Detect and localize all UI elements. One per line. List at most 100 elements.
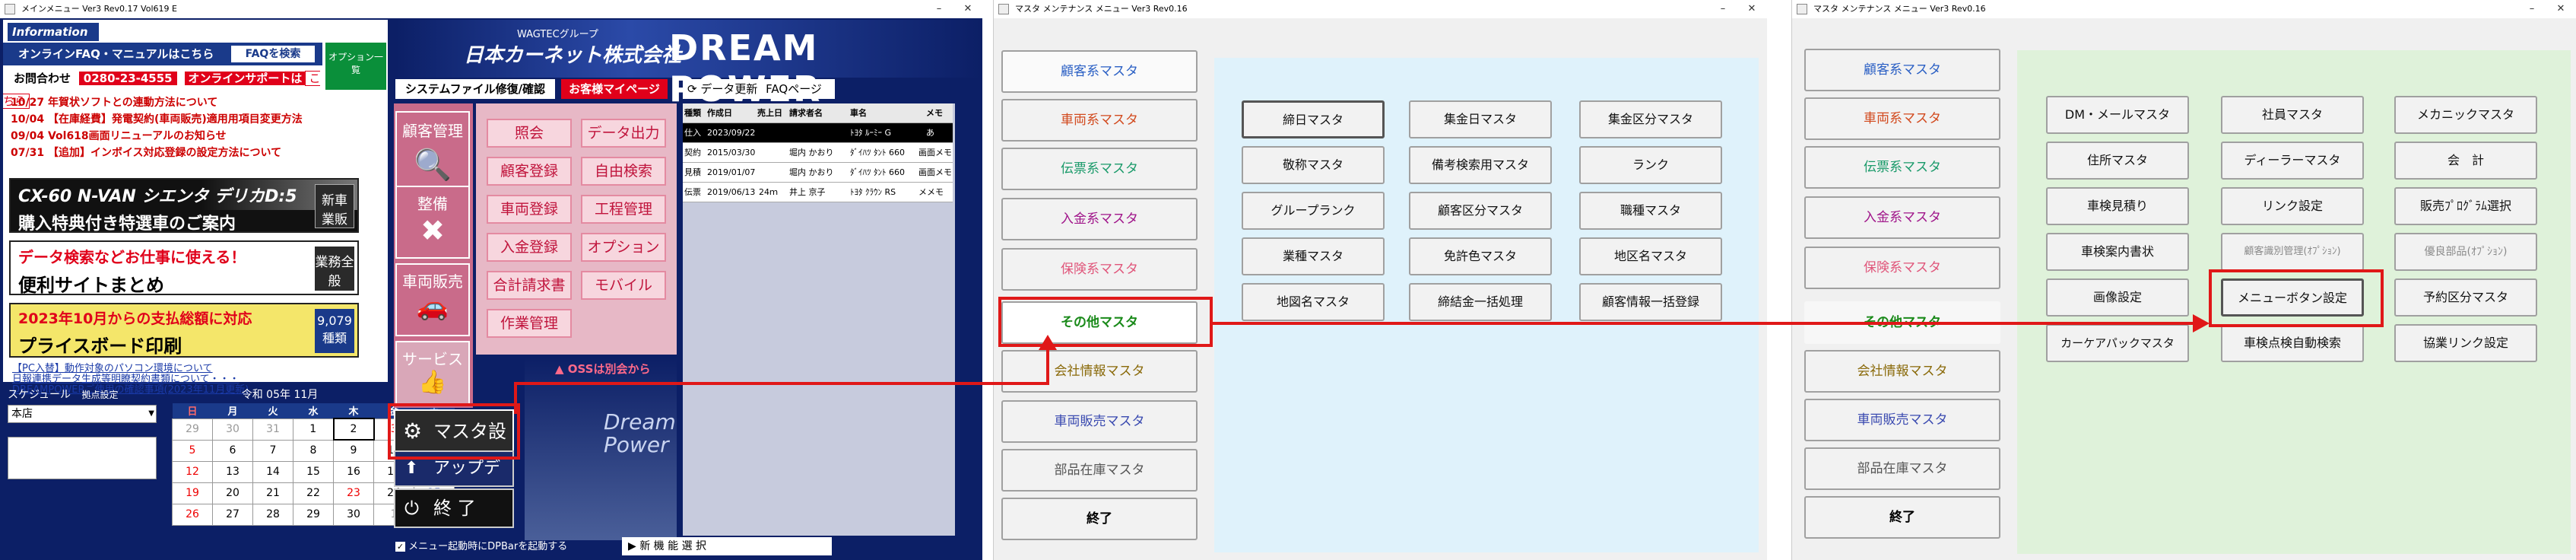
mechanic-master-button[interactable]: メカニックマスタ: [2394, 96, 2537, 134]
remarks-search-master-button[interactable]: 備考検索用マスタ: [1409, 146, 1552, 184]
tab-vehicle-master[interactable]: 車両系マスタ: [1001, 99, 1198, 142]
tab-payment-master[interactable]: 入金系マスタ: [1804, 196, 2000, 239]
staff-master-button[interactable]: 社員マスタ: [2221, 96, 2364, 134]
tab-parts-master[interactable]: 部品在庫マスタ: [1001, 449, 1198, 492]
customer-id-option-button[interactable]: 顧客識別管理(ｵﾌﾟｼｮﾝ): [2221, 233, 2364, 271]
calendar-day[interactable]: 8: [293, 439, 334, 462]
link-item[interactable]: 【PC入替】動作対象のパソコン環境について: [12, 364, 362, 374]
dm-mail-master-button[interactable]: DM・メールマスタ: [2046, 96, 2189, 134]
accounting-button[interactable]: 会 計: [2394, 142, 2537, 180]
table-row[interactable]: 見積 2019/01/07 堀内 かおり ﾀﾞｲﾊﾂ ﾀﾝﾄ 660 画面メモ: [683, 163, 953, 183]
online-faq-link[interactable]: オンラインFAQ・マニュアルはこちら FAQを検索: [3, 43, 322, 65]
occupation-master-button[interactable]: 職種マスタ: [1579, 192, 1722, 230]
reservation-category-master-button[interactable]: 予約区分マスタ: [2394, 278, 2537, 317]
tab-vehicle-sales-master[interactable]: 車両販売マスタ: [1001, 400, 1198, 443]
option-list-button[interactable]: オプション一覧: [325, 43, 386, 90]
news-item[interactable]: 10/27 年賀状ソフトとの連動方法について: [11, 94, 330, 111]
calendar-day[interactable]: 2: [332, 418, 375, 441]
closing-day-master-button[interactable]: 締日マスタ: [1242, 100, 1385, 138]
close-icon[interactable]: ✕: [2546, 0, 2575, 18]
table-row[interactable]: 契約 2015/03/30 堀内 かおり ﾀﾞｲﾊﾂ ﾀﾝﾄ 660 画面メモ: [683, 143, 953, 163]
carcare-pack-master-button[interactable]: カーケアパックマスタ: [2046, 324, 2189, 362]
option-button[interactable]: オプション: [581, 233, 666, 262]
faq-page-button[interactable]: FAQページ: [766, 82, 822, 96]
tab-payment-master[interactable]: 入金系マスタ: [1001, 198, 1198, 240]
data-update-button[interactable]: データ更新: [700, 82, 757, 96]
calendar-day[interactable]: 23: [333, 482, 374, 504]
calendar-day[interactable]: 13: [212, 460, 253, 483]
minimize-icon[interactable]: –: [925, 0, 953, 18]
tab-customer-master[interactable]: 顧客系マスタ: [1001, 50, 1198, 93]
tab-customer-master[interactable]: 顧客系マスタ: [1804, 49, 2000, 91]
free-search-button[interactable]: 自由検索: [581, 157, 666, 186]
work-management-button[interactable]: 作業管理: [487, 309, 572, 338]
minimize-icon[interactable]: –: [2517, 0, 2546, 18]
banner-search-sites[interactable]: データ検索などお仕事に使える！ 便利サイトまとめ 業務全般: [9, 240, 359, 295]
calendar-day[interactable]: 9: [333, 439, 374, 462]
news-item[interactable]: 07/31 【追加】インボイス対応登録の設定方法について: [11, 145, 330, 161]
total-invoice-button[interactable]: 合計請求書: [487, 271, 572, 300]
banner-price-board[interactable]: 2023年10月からの支払総額に対応 プライスボード印刷 9,079種類: [9, 303, 359, 358]
calendar-day[interactable]: 31: [252, 418, 293, 441]
process-management-button[interactable]: 工程管理: [581, 195, 666, 224]
calendar-day[interactable]: 28: [252, 503, 293, 526]
calendar-day[interactable]: 1: [293, 418, 334, 441]
exit-button[interactable]: 終了: [1001, 498, 1198, 540]
banner-new-car[interactable]: CX-60 N-VAN シエンタ デリカD:5 購入特典付き特選車のご案内 新車…: [9, 178, 359, 233]
link-settings-button[interactable]: リンク設定: [2221, 187, 2364, 225]
exit-button[interactable]: 終了: [1804, 496, 2000, 539]
checkbox-checked-icon[interactable]: ✓: [395, 542, 405, 552]
mobile-button[interactable]: モバイル: [581, 271, 666, 300]
news-item[interactable]: 09/04 Vol618画面リニューアルのお知らせ: [11, 128, 330, 145]
inspection-letter-button[interactable]: 車検案内書状: [2046, 233, 2189, 271]
system-file-button[interactable]: システムファイル修復/確認: [395, 79, 555, 99]
group-rank-button[interactable]: グループランク: [1242, 192, 1385, 230]
news-item[interactable]: 10/04 【在庫経費】発電契約(車両販売)適用用項目変更方法: [11, 111, 330, 128]
customer-register-button[interactable]: 顧客登録: [487, 157, 572, 186]
tab-company-master[interactable]: 会社情報マスタ: [1804, 350, 2000, 393]
calendar-day[interactable]: 19: [172, 482, 213, 504]
tab-insurance-master[interactable]: 保険系マスタ: [1001, 248, 1198, 291]
schedule-box[interactable]: [8, 437, 157, 479]
tab-vehicle-sales-master[interactable]: 車両販売マスタ: [1804, 399, 2000, 441]
calendar-day[interactable]: 12: [172, 460, 213, 483]
new-feature-select[interactable]: ▶ 新 機 能 選 択: [622, 537, 832, 555]
calendar-day[interactable]: 30: [212, 418, 253, 441]
calendar-day[interactable]: 5: [172, 439, 213, 462]
honorific-master-button[interactable]: 敬称マスタ: [1242, 146, 1385, 184]
address-master-button[interactable]: 住所マスタ: [2046, 142, 2189, 180]
industry-master-button[interactable]: 業種マスタ: [1242, 237, 1385, 275]
inspection-auto-search-button[interactable]: 車検点検自動検索: [2221, 324, 2364, 362]
calendar-day[interactable]: 7: [252, 439, 293, 462]
payment-register-button[interactable]: 入金登録: [487, 233, 572, 262]
calendar-day[interactable]: 29: [293, 503, 334, 526]
side-service[interactable]: サービス 👍: [395, 341, 470, 406]
mypage-button[interactable]: お客様マイページ: [561, 79, 668, 99]
tab-insurance-master[interactable]: 保険系マスタ: [1804, 247, 2000, 289]
refresh-icon[interactable]: ⟳: [687, 82, 697, 96]
calendar-day[interactable]: 29: [172, 418, 213, 441]
exit-button[interactable]: ⏻ 終 了: [394, 488, 514, 528]
calendar-day[interactable]: 21: [252, 482, 293, 504]
calendar-day[interactable]: 27: [212, 503, 253, 526]
calendar-day[interactable]: 6: [212, 439, 253, 462]
vehicle-register-button[interactable]: 車両登録: [487, 195, 572, 224]
calendar-day[interactable]: 30: [333, 503, 374, 526]
calendar-day[interactable]: 16: [333, 460, 374, 483]
license-color-master-button[interactable]: 免許色マスタ: [1409, 237, 1552, 275]
tab-parts-master[interactable]: 部品在庫マスタ: [1804, 447, 2000, 490]
partner-link-settings-button[interactable]: 協業リンク設定: [2394, 324, 2537, 362]
collection-category-master-button[interactable]: 集金区分マスタ: [1579, 100, 1722, 138]
minimize-icon[interactable]: –: [1708, 0, 1737, 18]
calendar-day[interactable]: 26: [172, 503, 213, 526]
calendar-day[interactable]: 20: [212, 482, 253, 504]
collection-day-master-button[interactable]: 集金日マスタ: [1409, 100, 1552, 138]
close-icon[interactable]: ✕: [953, 0, 982, 18]
map-name-master-button[interactable]: 地図名マスタ: [1242, 283, 1385, 321]
dealer-master-button[interactable]: ディーラーマスタ: [2221, 142, 2364, 180]
customer-batch-register-button[interactable]: 顧客情報一括登録: [1579, 283, 1722, 321]
tab-vehicle-master[interactable]: 車両系マスタ: [1804, 97, 2000, 140]
side-maintenance[interactable]: 整備 ✖: [395, 186, 470, 259]
inquiry-button[interactable]: 照会: [487, 119, 572, 148]
quality-parts-option-button[interactable]: 優良部品(ｵﾌﾟｼｮﾝ): [2394, 233, 2537, 271]
